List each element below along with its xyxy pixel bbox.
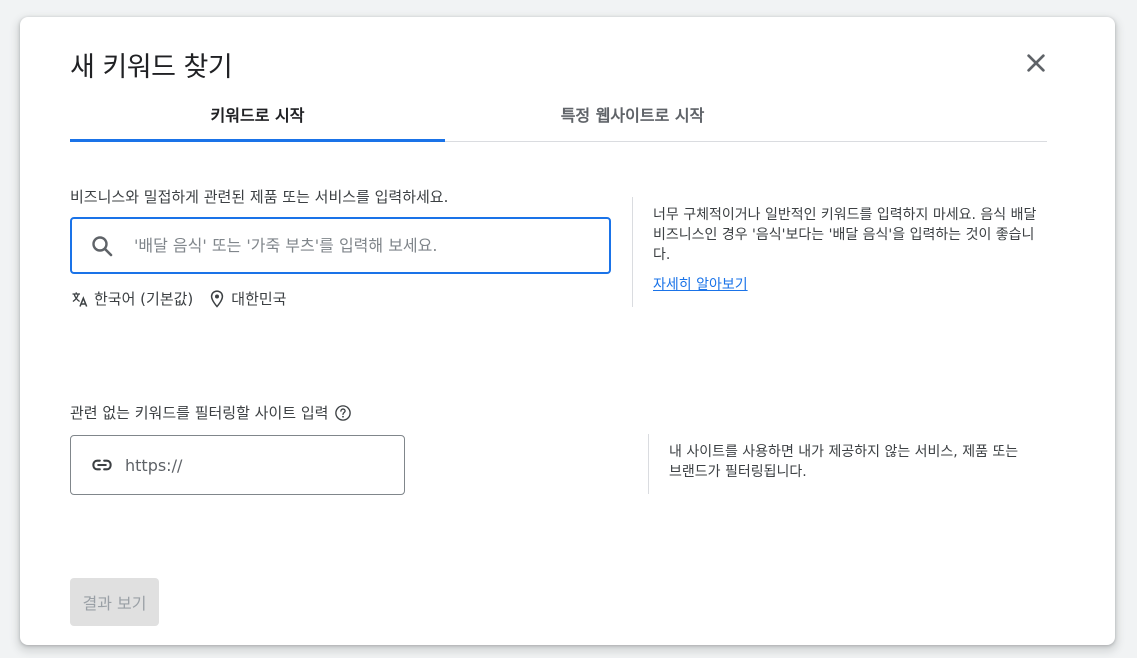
language-selector[interactable]: 한국어 (기본값) xyxy=(70,288,193,309)
keywords-input[interactable] xyxy=(132,235,596,256)
keywords-input-box[interactable] xyxy=(70,217,611,274)
search-icon xyxy=(92,235,113,256)
site-filter-label-row: 관련 없는 키워드를 필터링할 사이트 입력 xyxy=(70,402,352,423)
location-pin-icon xyxy=(211,289,224,308)
keywords-label: 비즈니스와 밀접하게 관련된 제품 또는 서비스를 입력하세요. xyxy=(70,188,449,206)
keywords-help-text: 너무 구체적이거나 일반적인 키워드를 입력하지 마세요. 음식 배달 비즈니스… xyxy=(653,207,1037,263)
keyword-dialog: 새 키워드 찾기 키워드로 시작 특정 웹사이트로 시작 비즈니스와 밀접하게 … xyxy=(20,17,1115,645)
close-button[interactable] xyxy=(1020,47,1052,79)
close-icon xyxy=(1027,54,1045,72)
dialog-title: 새 키워드 찾기 xyxy=(70,52,233,83)
help-icon[interactable] xyxy=(334,404,352,422)
language-label: 한국어 (기본값) xyxy=(94,290,194,308)
tab-website[interactable]: 특정 웹사이트로 시작 xyxy=(445,94,820,141)
tab-keywords[interactable]: 키워드로 시작 xyxy=(70,94,445,142)
site-filter-label: 관련 없는 키워드를 필터링할 사이트 입력 xyxy=(70,404,329,422)
learn-more-link[interactable]: 자세히 알아보기 xyxy=(653,275,748,295)
tab-bar: 키워드로 시작 특정 웹사이트로 시작 xyxy=(70,94,1047,142)
site-help-text: 내 사이트를 사용하면 내가 제공하지 않는 서비스, 제품 또는 브랜드가 필… xyxy=(669,444,1019,480)
site-input-box[interactable] xyxy=(70,435,405,495)
site-url-input[interactable] xyxy=(123,454,387,476)
targeting-row: 한국어 (기본값) 대한민국 xyxy=(70,288,286,309)
translate-icon xyxy=(72,291,88,307)
link-icon xyxy=(92,459,112,471)
keywords-help-panel: 너무 구체적이거나 일반적인 키워드를 입력하지 마세요. 음식 배달 비즈니스… xyxy=(632,197,1042,307)
location-selector[interactable]: 대한민국 xyxy=(207,288,286,309)
site-help-panel: 내 사이트를 사용하면 내가 제공하지 않는 서비스, 제품 또는 브랜드가 필… xyxy=(648,434,1028,494)
location-label: 대한민국 xyxy=(231,290,287,308)
show-results-button[interactable]: 결과 보기 xyxy=(70,578,159,626)
